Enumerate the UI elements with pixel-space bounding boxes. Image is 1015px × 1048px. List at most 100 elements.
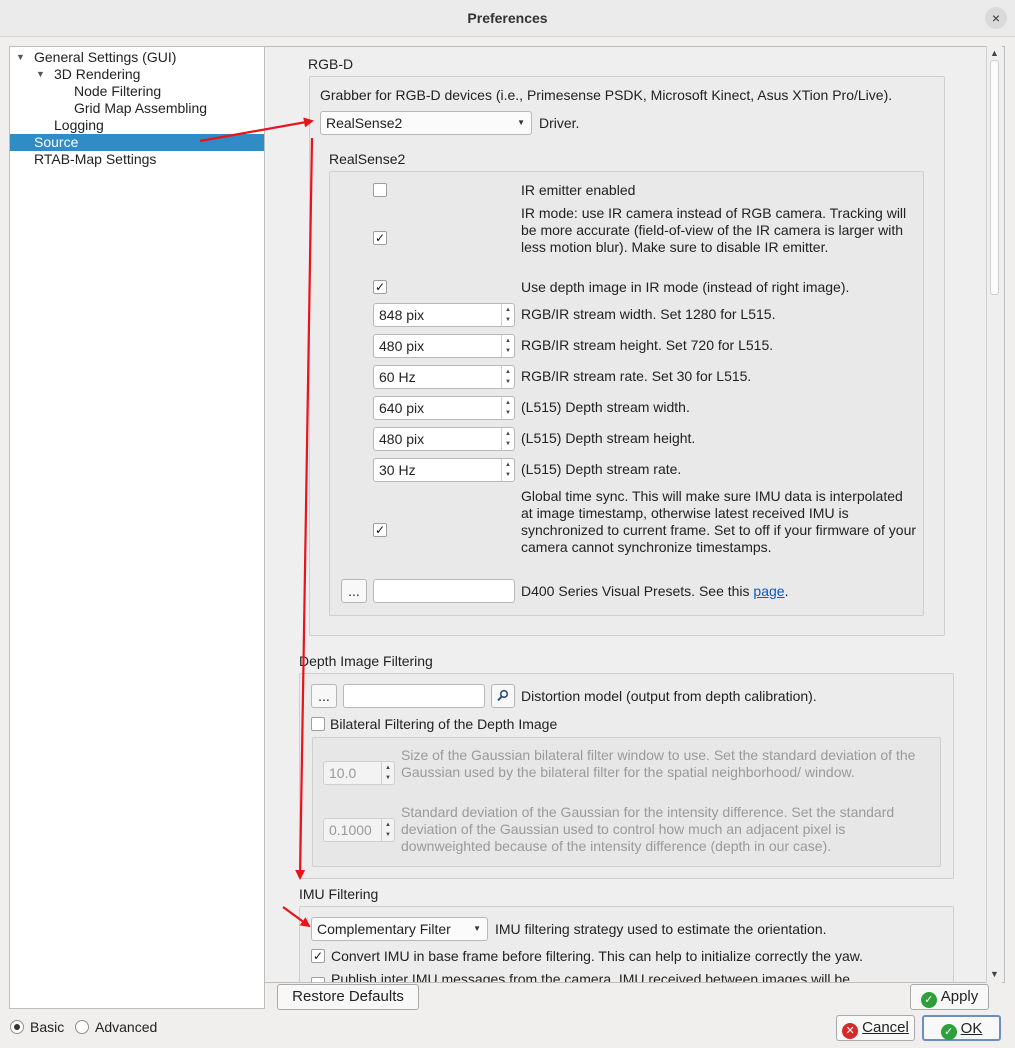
spinbox-value: 0.1000 (329, 822, 372, 838)
depth-width-spinbox[interactable]: 640 pix ▲ ▼ (373, 396, 515, 420)
ok-label: OK (960, 1020, 983, 1037)
spinbox-arrows-icon[interactable]: ▲ ▼ (501, 428, 514, 450)
spinbox-value: 480 pix (379, 338, 425, 354)
tree-item-label: General Settings (GUI) (34, 49, 177, 65)
presets-page-link[interactable]: page (753, 583, 784, 599)
convert-imu-label: Convert IMU in base frame before filteri… (331, 948, 863, 964)
grabber-description: Grabber for RGB-D devices (i.e., Primese… (320, 87, 893, 103)
depth-width-label: (L515) Depth stream width. (521, 399, 690, 415)
spinbox-value: 10.0 (329, 765, 357, 781)
rgb-width-spinbox[interactable]: 848 pix ▲ ▼ (373, 303, 515, 327)
tree-item-node-filtering[interactable]: Node Filtering (74, 83, 161, 100)
basic-radio[interactable] (10, 1020, 24, 1034)
sigma-s-label: Size of the Gaussian bilateral filter wi… (401, 747, 916, 780)
ir-emitter-label: IR emitter enabled (521, 182, 636, 198)
advanced-radio[interactable] (75, 1020, 89, 1034)
restore-defaults-label: Restore Defaults (292, 988, 404, 1005)
depth-ir-checkbox[interactable]: ✓ (373, 280, 387, 294)
imu-strategy-label: IMU filtering strategy used to estimate … (495, 921, 827, 937)
imu-strategy-value: Complementary Filter (317, 921, 451, 937)
tree-item-grid-map-assembling[interactable]: Grid Map Assembling (74, 100, 207, 117)
realsense2-group-title: RealSense2 (329, 151, 406, 167)
imu-filtering-group-title: IMU Filtering (299, 886, 379, 902)
spinbox-arrows-icon[interactable]: ▲ ▼ (381, 819, 394, 841)
cancel-button[interactable]: ✕ Cancel (836, 1015, 915, 1041)
check-icon: ✓ (940, 1024, 957, 1040)
imu-strategy-combo[interactable]: Complementary Filter ▼ (311, 917, 488, 941)
tree-item-label: Grid Map Assembling (74, 100, 208, 116)
tree-item-rtabmap-settings[interactable]: RTAB-Map Settings (34, 151, 156, 168)
depth-filtering-group-title: Depth Image Filtering (299, 653, 433, 669)
depth-ir-label: Use depth image in IR mode (instead of r… (521, 279, 850, 295)
spinbox-value: 848 pix (379, 307, 425, 323)
chevron-down-icon: ▼ (517, 118, 525, 127)
vertical-scrollbar[interactable]: ▲ ▼ (986, 46, 1002, 983)
presets-label-text: D400 Series Visual Presets. See this (521, 583, 754, 599)
tree-item-logging[interactable]: Logging (54, 117, 104, 134)
publish-imu-label: Publish inter IMU messages from the came… (331, 971, 850, 983)
ir-mode-label: IR mode: use IR camera instead of RGB ca… (521, 205, 907, 255)
apply-button[interactable]: ✓ Apply (910, 984, 989, 1010)
driver-combo-value: RealSense2 (326, 115, 403, 131)
spinbox-arrows-icon[interactable]: ▲ ▼ (501, 459, 514, 481)
advanced-label: Advanced (95, 1019, 158, 1035)
preferences-tree[interactable]: ▼ General Settings (GUI) ▼ 3D Rendering … (9, 46, 265, 1009)
basic-label: Basic (30, 1019, 65, 1035)
settings-scroll-area[interactable]: RGB-D Grabber for RGB-D devices (i.e., P… (265, 46, 1005, 983)
spinbox-arrows-icon[interactable]: ▲ ▼ (501, 335, 514, 357)
bilateral-label: Bilateral Filtering of the Depth Image (330, 716, 558, 732)
distortion-path-input[interactable] (343, 684, 485, 708)
depth-height-label: (L515) Depth stream height. (521, 430, 696, 446)
presets-label-suffix: . (784, 583, 789, 599)
title-bar: Preferences × (0, 0, 1015, 37)
driver-combo[interactable]: RealSense2 ▼ (320, 111, 532, 135)
check-icon: ✓ (920, 992, 937, 1008)
tree-item-source[interactable]: Source (10, 134, 264, 151)
convert-imu-checkbox[interactable]: ✓ (311, 949, 325, 963)
spinbox-value: 640 pix (379, 400, 425, 416)
spinbox-arrows-icon[interactable]: ▲ ▼ (501, 304, 514, 326)
cancel-icon: ✕ (842, 1023, 859, 1039)
tree-item-label: 3D Rendering (54, 66, 141, 82)
rgb-rate-spinbox[interactable]: 60 Hz ▲ ▼ (373, 365, 515, 389)
presets-path-input[interactable] (373, 579, 515, 603)
spinbox-arrows-icon[interactable]: ▲ ▼ (501, 397, 514, 419)
restore-defaults-button[interactable]: Restore Defaults (277, 984, 419, 1010)
bilateral-checkbox[interactable] (311, 717, 325, 731)
presets-browse-button[interactable]: ... (341, 579, 367, 603)
spinbox-value: 60 Hz (379, 369, 416, 385)
depth-rate-spinbox[interactable]: 30 Hz ▲ ▼ (373, 458, 515, 482)
sigma-r-spinbox[interactable]: 0.1000 ▲ ▼ (323, 818, 395, 842)
driver-label: Driver. (539, 115, 580, 131)
tree-item-label: Source (34, 134, 79, 150)
ir-emitter-checkbox[interactable] (373, 183, 387, 197)
ok-button[interactable]: ✓ OK (922, 1015, 1001, 1041)
publish-imu-checkbox[interactable] (311, 977, 325, 982)
window-title: Preferences (467, 10, 548, 26)
rgb-height-spinbox[interactable]: 480 pix ▲ ▼ (373, 334, 515, 358)
ir-mode-checkbox[interactable]: ✓ (373, 231, 387, 245)
scroll-up-icon[interactable]: ▲ (990, 48, 999, 58)
cancel-label: Cancel (862, 1019, 909, 1036)
chevron-down-icon: ▼ (473, 924, 481, 933)
global-sync-label: Global time sync. This will make sure IM… (521, 488, 917, 555)
distortion-browse-button[interactable]: ... (311, 684, 337, 708)
rgbd-group-title: RGB-D (308, 56, 354, 72)
depth-height-spinbox[interactable]: 480 pix ▲ ▼ (373, 427, 515, 451)
tree-item-label: RTAB-Map Settings (34, 151, 157, 167)
sigma-s-spinbox[interactable]: 10.0 ▲ ▼ (323, 761, 395, 785)
chevron-down-icon[interactable]: ▼ (16, 49, 25, 66)
depth-rate-label: (L515) Depth stream rate. (521, 461, 682, 477)
scrollbar-thumb[interactable] (990, 60, 999, 295)
spinbox-arrows-icon[interactable]: ▲ ▼ (381, 762, 394, 784)
spinbox-arrows-icon[interactable]: ▲ ▼ (501, 366, 514, 388)
rgb-width-label: RGB/IR stream width. Set 1280 for L515. (521, 306, 776, 322)
spinbox-value: 480 pix (379, 431, 425, 447)
scroll-down-icon[interactable]: ▼ (990, 969, 999, 979)
tree-item-label: Logging (54, 117, 104, 133)
chevron-down-icon[interactable]: ▼ (36, 66, 45, 83)
global-sync-checkbox[interactable]: ✓ (373, 523, 387, 537)
spinbox-value: 30 Hz (379, 462, 416, 478)
search-icon[interactable] (491, 684, 515, 708)
close-icon[interactable]: × (985, 7, 1007, 29)
